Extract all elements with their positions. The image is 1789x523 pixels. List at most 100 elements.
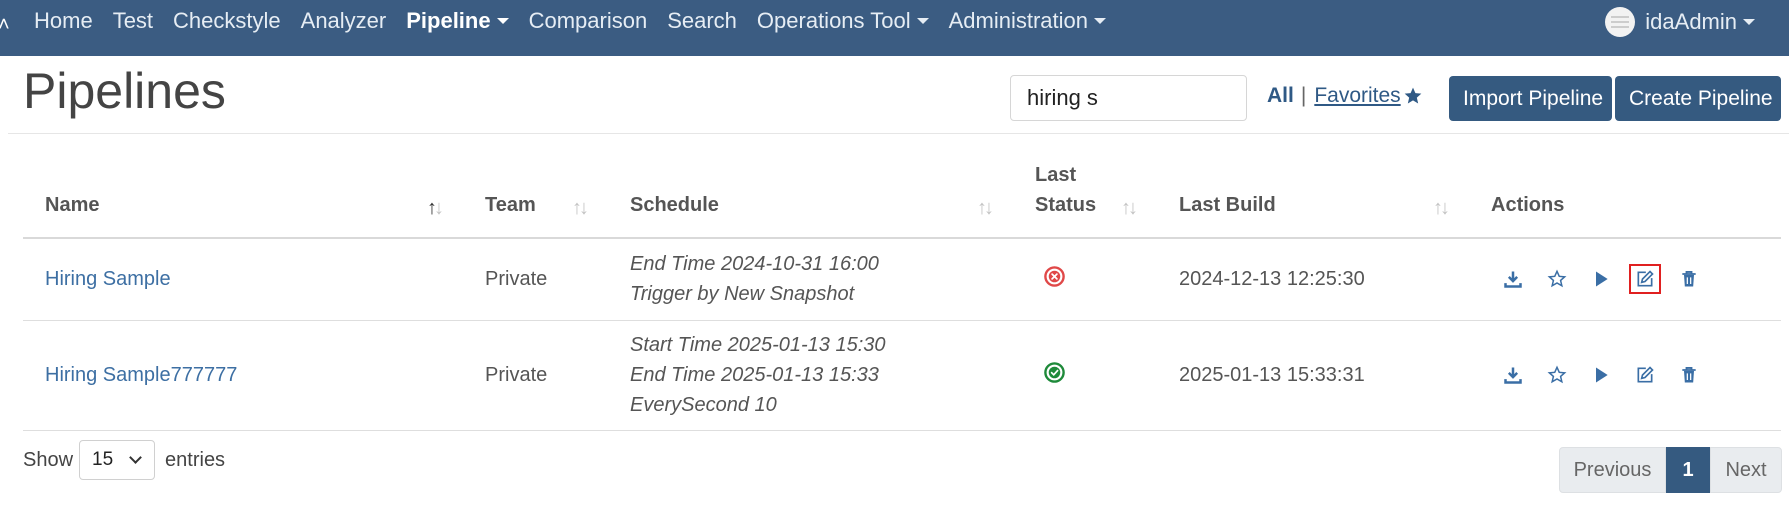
nav-item-label: Home: [34, 8, 93, 33]
star-icon: [1547, 269, 1567, 288]
schedule-line: EverySecond 10: [630, 394, 777, 416]
success-status-icon: [1044, 361, 1065, 383]
pipelines-table-wrapper: Name ↑↓ Team ↑↓ Schedule ↑↓ Last Status ↑↓ L…: [23, 150, 1781, 431]
entries-value: 15: [92, 449, 114, 470]
trash-icon: [1682, 367, 1696, 383]
previous-page-button[interactable]: Previous: [1559, 447, 1666, 493]
download-icon: [1504, 271, 1522, 288]
filter-all-link[interactable]: All: [1267, 84, 1294, 108]
navbar-brand-edge: ˄: [0, 14, 10, 36]
header-label: Team: [485, 194, 536, 216]
download-button[interactable]: [1491, 359, 1535, 391]
page-title: Pipelines: [23, 63, 226, 119]
schedule-line: Trigger by New Snapshot: [630, 283, 855, 306]
nav-item-label: Pipeline: [406, 8, 491, 33]
nav-item-checkstyle[interactable]: Checkstyle: [163, 8, 291, 34]
schedule-cell: Start Time 2025-01-13 15:30 End Time 202…: [608, 320, 1013, 431]
play-icon: [1596, 271, 1608, 287]
edit-highlight-box: [1629, 264, 1661, 295]
user-menu[interactable]: idaAdmin: [1605, 7, 1755, 37]
nav-item-search[interactable]: Search: [657, 8, 747, 34]
column-header-name[interactable]: Name ↑↓: [23, 150, 463, 239]
nav-item-label: Search: [667, 8, 737, 33]
delete-button[interactable]: [1667, 263, 1711, 295]
chevron-down-icon: [129, 451, 142, 464]
search-input[interactable]: [1010, 75, 1247, 121]
chevron-down-icon: [1094, 18, 1107, 24]
edit-icon: [1637, 366, 1654, 383]
table-row: Hiring Sample Private End Time 2024-10-3…: [23, 238, 1781, 321]
header-label: Schedule: [630, 194, 719, 216]
avatar: [1605, 7, 1636, 37]
page-length-control: Show 15 entries: [23, 440, 225, 480]
edit-button[interactable]: [1623, 359, 1667, 391]
trash-icon: [1682, 271, 1696, 287]
nav-item-administration[interactable]: Administration: [939, 8, 1116, 34]
pipelines-table: Name ↑↓ Team ↑↓ Schedule ↑↓ Last Status ↑↓ L…: [23, 150, 1781, 431]
table-row: Hiring Sample777777 Private Start Time 2…: [23, 320, 1781, 431]
sort-icon: ↑↓: [977, 197, 994, 219]
create-pipeline-button[interactable]: Create Pipeline: [1615, 76, 1781, 121]
status-cell: [1013, 238, 1157, 321]
favorite-button[interactable]: [1535, 263, 1579, 295]
import-pipeline-button[interactable]: Import Pipeline: [1449, 76, 1612, 121]
chevron-down-icon: [916, 18, 929, 24]
last-build-cell: 2025-01-13 15:33:31: [1157, 320, 1469, 431]
nav-item-analyzer[interactable]: Analyzer: [291, 8, 397, 34]
schedule-line: Start Time 2025-01-13 15:30: [630, 334, 886, 356]
nav-item-operations-tool[interactable]: Operations Tool: [747, 8, 939, 34]
nav-item-home[interactable]: Home: [24, 8, 103, 34]
column-header-last-status[interactable]: Last Status ↑↓: [1013, 150, 1157, 239]
pipeline-name-link[interactable]: Hiring Sample777777: [45, 364, 237, 386]
run-button[interactable]: [1579, 359, 1623, 391]
schedule-line: End Time 2025-01-13 15:33: [630, 364, 879, 386]
download-button[interactable]: [1491, 263, 1535, 295]
nav-item-label: Analyzer: [300, 8, 387, 33]
nav-item-label: Test: [112, 8, 154, 33]
next-page-button[interactable]: Next: [1710, 447, 1782, 493]
sort-icon: ↑↓: [1433, 197, 1450, 219]
table-header-row: Name ↑↓ Team ↑↓ Schedule ↑↓ Last Status ↑↓ L…: [23, 150, 1781, 239]
top-navbar: ˄ Home Test Checkstyle Analyzer Pipeline…: [0, 0, 1789, 56]
divider: [8, 133, 1789, 134]
play-icon: [1596, 367, 1608, 383]
nav-item-test[interactable]: Test: [103, 8, 163, 34]
chevron-down-icon: [496, 18, 509, 24]
nav-item-pipeline[interactable]: Pipeline: [396, 8, 518, 34]
nav-item-label: Comparison: [528, 8, 648, 33]
actions-cell: [1469, 320, 1781, 431]
column-header-schedule[interactable]: Schedule ↑↓: [608, 150, 1013, 239]
nav-item-label: Checkstyle: [173, 8, 281, 33]
header-label: Last Build: [1179, 194, 1276, 216]
header-label: Actions: [1491, 194, 1565, 216]
pipeline-name-link[interactable]: Hiring Sample: [45, 268, 171, 290]
show-label: Show: [23, 448, 74, 471]
nav-item-label: Operations Tool: [756, 8, 911, 33]
entries-select[interactable]: 15: [79, 440, 156, 480]
run-button[interactable]: [1579, 263, 1623, 295]
star-icon: [1547, 365, 1567, 384]
column-header-actions: Actions: [1469, 150, 1781, 239]
entries-label: entries: [165, 448, 226, 471]
sort-icon: ↑↓: [572, 197, 589, 219]
schedule-cell: End Time 2024-10-31 16:00 Trigger by New…: [608, 238, 1013, 321]
header-label: Last Status: [1035, 164, 1097, 216]
star-icon[interactable]: [1403, 86, 1423, 106]
nav-item-comparison[interactable]: Comparison: [519, 8, 658, 34]
team-cell: Private: [463, 320, 608, 431]
sort-icon: ↑↓: [427, 197, 444, 219]
delete-button[interactable]: [1667, 359, 1711, 391]
user-name: idaAdmin: [1645, 9, 1737, 34]
sort-icon: ↑↓: [1121, 197, 1138, 219]
header-label: Name: [45, 194, 100, 216]
edit-icon: [1637, 270, 1654, 287]
status-cell: [1013, 320, 1157, 431]
column-header-last-build[interactable]: Last Build ↑↓: [1157, 150, 1469, 239]
chevron-down-icon: [1743, 19, 1755, 25]
column-header-team[interactable]: Team ↑↓: [463, 150, 608, 239]
edit-button[interactable]: [1623, 263, 1667, 295]
pagination: Previous 1 Next: [1559, 447, 1782, 493]
favorite-button[interactable]: [1535, 359, 1579, 391]
page-number-button[interactable]: 1: [1666, 447, 1710, 493]
filter-favorites-link[interactable]: Favorites: [1314, 84, 1400, 108]
